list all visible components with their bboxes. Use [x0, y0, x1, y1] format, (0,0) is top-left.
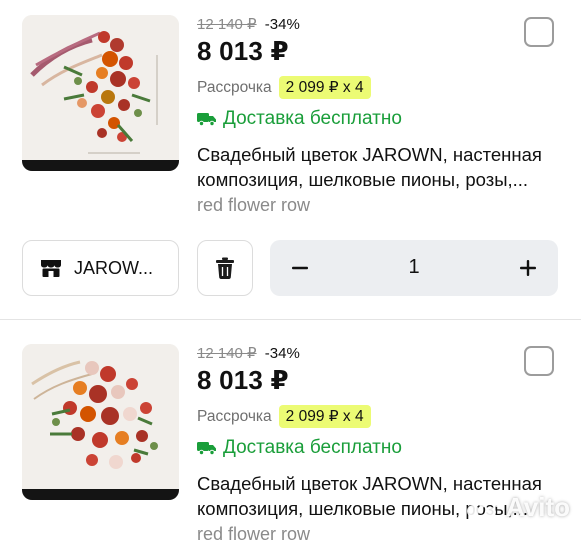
installment-label: Рассрочка	[197, 78, 272, 96]
flower-image-graphic	[22, 15, 179, 171]
installment-label: Рассрочка	[197, 407, 272, 425]
product-variant: red flower row	[197, 195, 311, 215]
installment-badge: 2 099 ₽ х 4	[278, 405, 371, 428]
free-delivery: Доставка бесплатно	[197, 437, 402, 459]
seller-label: JAROW...	[74, 257, 154, 278]
avito-watermark: Avito	[466, 492, 570, 523]
select-checkbox[interactable]	[524, 346, 554, 376]
flower-image-graphic	[22, 344, 179, 500]
increase-button[interactable]	[512, 252, 544, 284]
product-image[interactable]	[22, 15, 179, 171]
old-price: 12 140 ₽	[197, 16, 257, 33]
plus-icon	[520, 260, 536, 276]
cart-page: 12 140 ₽ -34% 8 013 ₽ Рассрочка 2 099 ₽ …	[0, 0, 581, 540]
installment-row[interactable]: Рассрочка 2 099 ₽ х 4	[197, 76, 371, 99]
product-title[interactable]: Свадебный цветок JAROWN, настенная компо…	[197, 142, 569, 192]
installment-badge: 2 099 ₽ х 4	[278, 76, 371, 99]
delivery-label: Доставка бесплатно	[223, 437, 402, 458]
select-checkbox[interactable]	[524, 17, 554, 47]
free-delivery: Доставка бесплатно	[197, 108, 402, 130]
old-price-row: 12 140 ₽ -34%	[197, 15, 300, 33]
watermark-text: Avito	[506, 492, 571, 522]
price: 8 013 ₽	[197, 36, 289, 66]
quantity-value: 1	[408, 256, 420, 278]
discount-badge: -34%	[264, 16, 300, 33]
old-price-row: 12 140 ₽ -34%	[197, 344, 300, 362]
delete-button[interactable]	[197, 240, 253, 296]
truck-icon	[197, 113, 216, 127]
discount-badge: -34%	[264, 345, 300, 362]
delivery-label: Доставка бесплатно	[223, 108, 402, 129]
truck-icon	[197, 442, 216, 456]
avito-logo-icon	[467, 498, 500, 517]
product-variant: red flower row	[197, 524, 311, 540]
divider	[0, 319, 581, 320]
trash-icon	[216, 257, 234, 279]
product-image[interactable]	[22, 344, 179, 500]
seller-button[interactable]: JAROW...	[22, 240, 179, 296]
minus-icon	[292, 266, 308, 270]
quantity-stepper: 1	[270, 240, 558, 296]
installment-row[interactable]: Рассрочка 2 099 ₽ х 4	[197, 405, 371, 428]
store-icon	[41, 260, 61, 277]
decrease-button[interactable]	[284, 252, 316, 284]
price: 8 013 ₽	[197, 365, 289, 395]
old-price: 12 140 ₽	[197, 345, 257, 362]
